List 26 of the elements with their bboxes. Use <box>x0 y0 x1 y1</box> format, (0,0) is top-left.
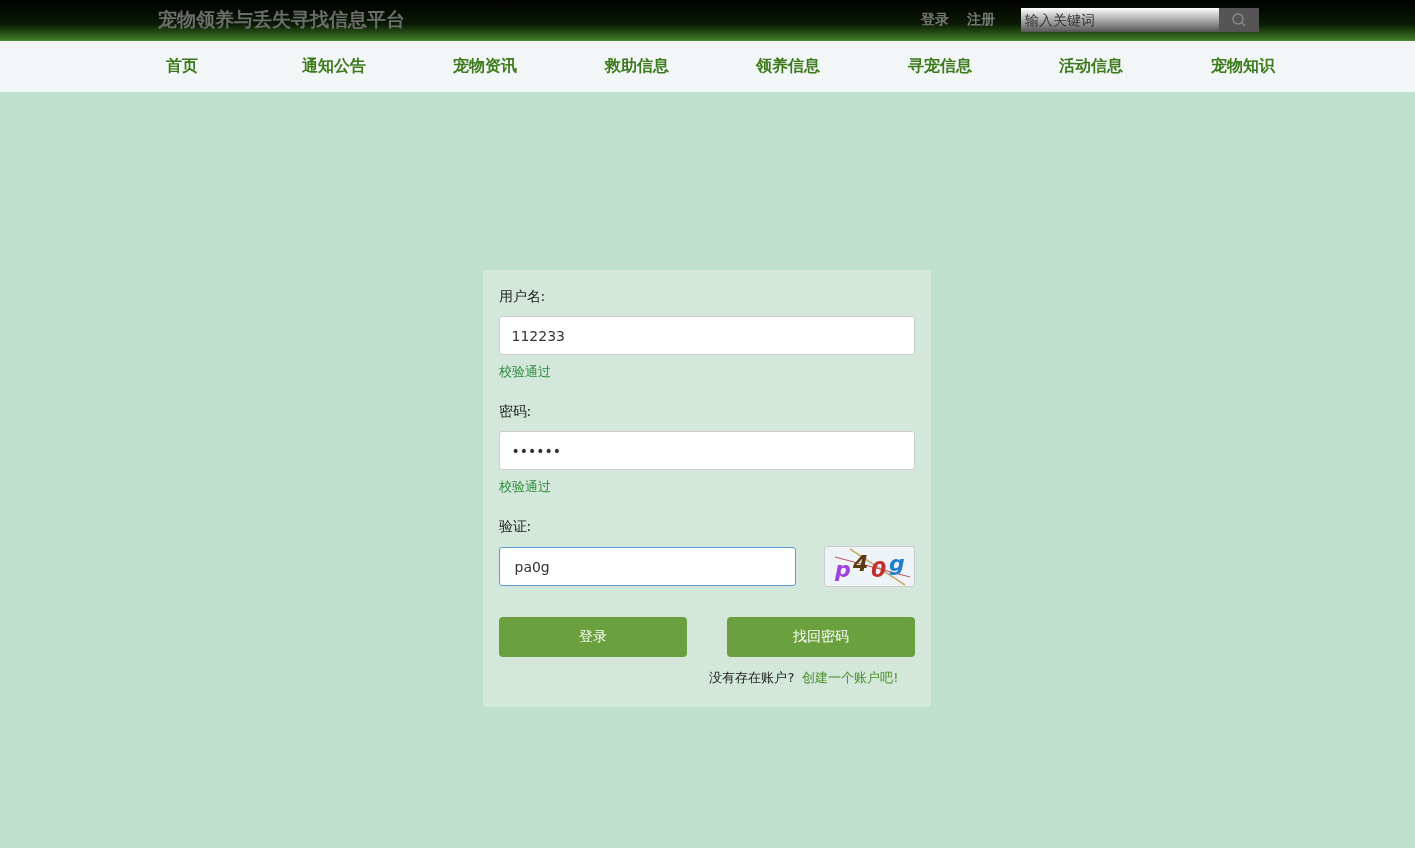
signup-link[interactable]: 创建一个账户吧! <box>802 669 899 687</box>
validation-message: 校验通过 <box>498 363 552 381</box>
nav-link[interactable]: 寻宠信息 <box>907 56 972 77</box>
validation-message: 校验通过 <box>498 478 552 496</box>
nav-link[interactable]: 活动信息 <box>1059 56 1124 77</box>
nav-link[interactable]: 领养信息 <box>756 56 821 77</box>
username-field[interactable]: 112233 <box>498 316 915 355</box>
field-label: 密码: <box>498 403 533 421</box>
search-button[interactable] <box>1219 8 1259 32</box>
nav-link[interactable]: 通知公告 <box>301 56 366 77</box>
recover-password-button[interactable]: 找回密码 <box>726 617 915 657</box>
captcha-field[interactable]: pa0g <box>498 547 796 586</box>
search-field[interactable]: 输入关键词 <box>1021 8 1219 32</box>
search-icon <box>1231 12 1247 28</box>
signup-prompt: 没有存在账户? <box>709 669 795 687</box>
header-link[interactable]: 注册 <box>967 11 995 29</box>
nav-link[interactable]: 宠物资讯 <box>453 56 518 77</box>
site-title: 宠物领养与丢失寻找信息平台 <box>158 7 406 32</box>
field-label: 用户名: <box>498 288 547 306</box>
nav-link[interactable]: 宠物知识 <box>1210 56 1275 77</box>
password-field[interactable]: •••••• <box>498 431 915 470</box>
nav-link[interactable]: 救助信息 <box>604 56 669 77</box>
nav-link[interactable]: 首页 <box>150 56 214 77</box>
field-label: 验证: <box>498 518 533 536</box>
header-link[interactable]: 登录 <box>921 11 949 29</box>
login-button[interactable]: 登录 <box>498 617 687 657</box>
